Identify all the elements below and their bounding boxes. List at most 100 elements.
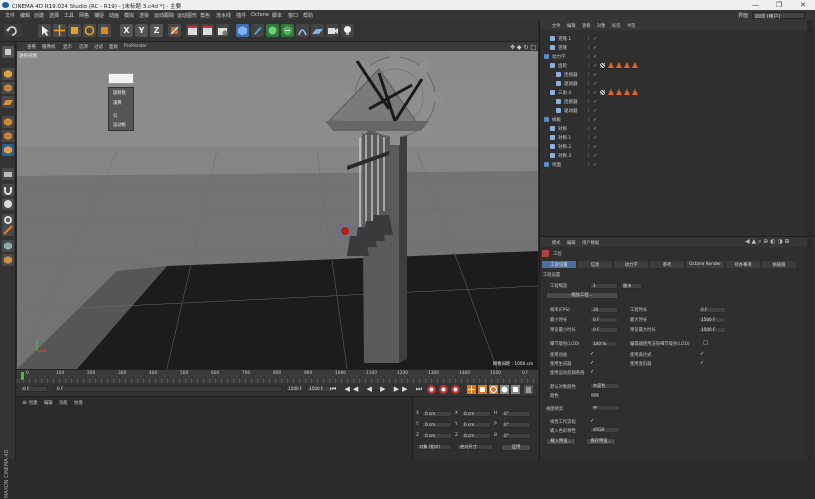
layout-select[interactable]: 启动 (用户) xyxy=(752,11,805,20)
dynamics-tag-icon[interactable] xyxy=(624,89,630,95)
pen-button[interactable] xyxy=(251,24,264,37)
axis-y-toggle[interactable]: Y xyxy=(135,24,148,37)
size-z-field[interactable]: 0 cm xyxy=(461,433,491,439)
vp-menu-panel[interactable]: 面板 xyxy=(109,44,118,50)
close-button[interactable]: ✕ xyxy=(800,1,806,9)
lod-render-checkbox[interactable]: □ xyxy=(703,340,708,346)
axis-z-toggle[interactable]: Z xyxy=(150,24,163,37)
om-menu-file[interactable]: 文件 xyxy=(552,23,561,29)
preview-end-field[interactable]: 1500 F xyxy=(285,386,303,392)
perspective-viewport[interactable]: 透视视图 旋转框 演算 匀 运动框 网格间距 : 1000 cm xyxy=(17,51,538,369)
start-frame-field[interactable]: 0 F xyxy=(20,386,48,392)
pos-x-field[interactable]: 0 cm xyxy=(422,411,452,417)
enable-check-icon[interactable]: ✓ xyxy=(593,72,597,78)
subdivision-button[interactable] xyxy=(266,24,279,37)
vp-menu-prorender[interactable]: ProRender xyxy=(124,44,147,49)
menu-render[interactable]: 渲染 xyxy=(139,12,149,19)
dynamics-tag-icon[interactable] xyxy=(632,62,638,68)
visibility-dots-icon[interactable]: ⁞ xyxy=(588,144,590,150)
render-to-picture-viewer-button[interactable] xyxy=(201,24,214,37)
menu-file[interactable]: 文件 xyxy=(5,12,15,19)
tab-todo[interactable]: 待办事项 xyxy=(726,261,760,268)
tag-icon[interactable] xyxy=(600,90,605,95)
om-menu-tags[interactable]: 标签 xyxy=(612,23,621,29)
rotate-button[interactable] xyxy=(83,24,96,37)
floor-button[interactable] xyxy=(311,24,324,37)
visibility-dots-icon[interactable]: ⁞ xyxy=(588,36,590,42)
dynamics-tag-icon[interactable] xyxy=(608,89,614,95)
scale-button[interactable] xyxy=(68,24,81,37)
enable-check-icon[interactable]: ✓ xyxy=(593,81,597,87)
om-menu-bookmarks[interactable]: 书签 xyxy=(627,23,636,29)
field-value-right[interactable]: 1500 F xyxy=(698,317,726,323)
point-key-button[interactable] xyxy=(511,385,520,394)
menu-octane[interactable]: Octane xyxy=(251,12,269,18)
enable-check-icon[interactable]: ✓ xyxy=(593,153,597,159)
menu-motion-tracking[interactable]: 运动跟踪 xyxy=(154,12,174,19)
object-row[interactable]: 样板 ⁞ ✓ xyxy=(540,115,802,124)
enable-check-icon[interactable]: ✓ xyxy=(593,63,597,69)
model-mode-button[interactable] xyxy=(2,68,14,80)
menu-select[interactable]: 选择 xyxy=(49,12,59,19)
enable-check-icon[interactable]: ✓ xyxy=(593,90,597,96)
keyframe-button[interactable] xyxy=(451,385,460,394)
object-row[interactable]: 对称.3 ⁞ ✓ xyxy=(540,151,802,160)
enable-check-icon[interactable]: ✓ xyxy=(593,162,597,168)
object-row[interactable]: 三角 4 ⁞ ✓ xyxy=(540,88,802,97)
use-motion-checkbox[interactable]: ✓ xyxy=(590,369,594,375)
am-menu-mode[interactable]: 模式 xyxy=(552,240,561,246)
popup-item-2[interactable]: 匀 xyxy=(113,113,117,119)
am-menu-userdata[interactable]: 用户数据 xyxy=(582,240,599,246)
visibility-dots-icon[interactable]: ⁞ xyxy=(588,162,590,168)
cube-button[interactable] xyxy=(236,24,249,37)
default-color-select[interactable]: 灰蓝色 xyxy=(590,383,620,389)
tag-icon[interactable] xyxy=(600,63,605,68)
tab-reference[interactable]: 参考 xyxy=(650,261,684,268)
pos-z-field[interactable]: 0 cm xyxy=(422,433,452,439)
right-scrollbar[interactable] xyxy=(807,20,813,459)
enable-check-icon[interactable]: ✓ xyxy=(593,45,597,51)
undo-button[interactable] xyxy=(4,24,22,37)
object-row[interactable]: 驱动器 ⁞ ✓ xyxy=(540,106,802,115)
recent-tool-button[interactable] xyxy=(98,24,111,37)
coord-mode-select[interactable]: 对象 (相对) xyxy=(416,444,452,450)
enable-check-icon[interactable]: ✓ xyxy=(593,36,597,42)
enable-check-icon[interactable]: ✓ xyxy=(593,108,597,114)
snap-button[interactable] xyxy=(2,184,14,196)
use-deformers-checkbox[interactable]: ✓ xyxy=(700,360,704,366)
object-row[interactable]: 齿轮 ⁞ ✓ xyxy=(540,61,802,70)
object-row[interactable]: 克隆 ⁞ ✓ xyxy=(540,43,802,52)
dynamics-tag-icon[interactable] xyxy=(616,62,622,68)
om-menu-edit[interactable]: 编辑 xyxy=(567,23,576,29)
menu-tools[interactable]: 工具 xyxy=(64,12,74,19)
size-x-field[interactable]: 0 cm xyxy=(461,411,491,417)
scale-value-field[interactable]: 1 xyxy=(590,283,618,289)
object-row[interactable]: 对称.1 ⁞ ✓ xyxy=(540,133,802,142)
menu-mesh[interactable]: 网格 xyxy=(79,12,89,19)
points-mode-button[interactable] xyxy=(2,116,14,128)
material-menu-function[interactable]: 功能 xyxy=(59,400,68,406)
dynamics-tag-icon[interactable] xyxy=(632,89,638,95)
texture-mode-button[interactable] xyxy=(2,82,14,94)
scale-project-button[interactable]: 缩放工程... xyxy=(546,292,618,299)
load-preset-button[interactable]: 载入预设... xyxy=(546,438,576,445)
input-color-select[interactable]: sRGB xyxy=(590,427,620,433)
move-button[interactable] xyxy=(53,24,66,37)
tab-dynamics[interactable]: 动力学 xyxy=(614,261,648,268)
enable-check-icon[interactable]: ✓ xyxy=(593,126,597,132)
menu-script[interactable]: 脚本 xyxy=(272,12,282,19)
menu-character[interactable]: 角色 xyxy=(200,12,210,19)
object-row[interactable]: 连接器 ⁞ ✓ xyxy=(540,97,802,106)
axis-x-toggle[interactable]: X xyxy=(120,24,133,37)
save-preset-button[interactable]: 保存预设... xyxy=(586,438,616,445)
menu-window[interactable]: 窗口 xyxy=(288,12,298,19)
visibility-dots-icon[interactable]: ⁞ xyxy=(588,90,590,96)
position-key-button[interactable] xyxy=(467,385,476,394)
pos-y-field[interactable]: 0 cm xyxy=(422,422,452,428)
tab-info[interactable]: 信息 xyxy=(578,261,612,268)
material-menu-texture[interactable]: 纹理 xyxy=(74,400,83,406)
view-clip-select[interactable]: 中 xyxy=(590,405,620,411)
object-row[interactable]: 连接器 ⁞ ✓ xyxy=(540,70,802,79)
scale-unit-select[interactable]: 厘米 xyxy=(620,283,642,289)
timeline-ruler[interactable]: 0 100 200 300 400 500 600 700 800 900 10… xyxy=(17,369,538,383)
